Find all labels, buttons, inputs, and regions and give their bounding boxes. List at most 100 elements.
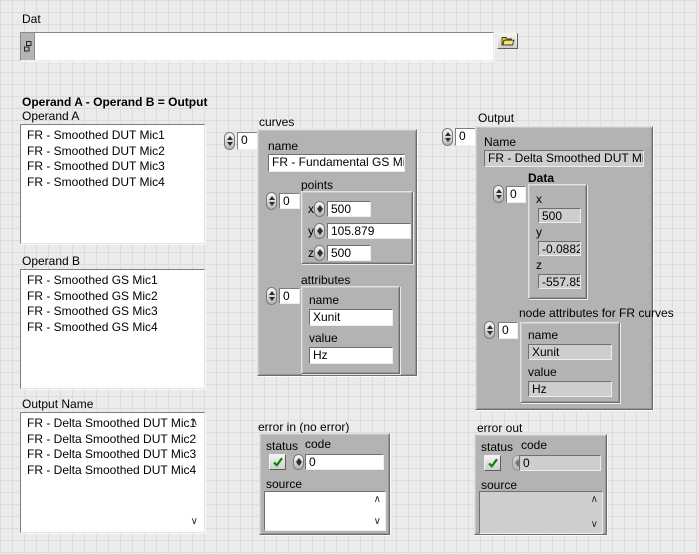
- output-name-field: FR - Delta Smoothed DUT Mic1: [484, 150, 644, 167]
- decrement-arrow-icon[interactable]: [487, 331, 493, 335]
- attributes-index-spinner[interactable]: [266, 287, 277, 305]
- path-label: Dat: [22, 13, 41, 26]
- node-attributes-label: node attributes for FR curves: [519, 307, 674, 320]
- decrement-arrow-icon[interactable]: [317, 209, 323, 213]
- curves-cluster: name FR - Fundamental GS Mic1 points 0 x…: [257, 129, 417, 376]
- curves-label: curves: [259, 116, 294, 129]
- scroll-up-icon[interactable]: ∧: [591, 495, 598, 505]
- data-x-label: x: [536, 193, 542, 206]
- data-x-field: 500: [538, 208, 581, 223]
- list-item[interactable]: FR - Smoothed GS Mic4: [27, 320, 204, 336]
- list-item[interactable]: FR - Smoothed GS Mic1: [27, 273, 204, 289]
- labview-front-panel: { "colors":{"panel_gray":"#b3b3b3","indi…: [0, 0, 699, 554]
- list-item[interactable]: FR - Smoothed DUT Mic1: [27, 128, 204, 144]
- data-y-label: y: [536, 226, 542, 239]
- increment-arrow-icon[interactable]: [269, 291, 275, 295]
- operation-title: Operand A - Operand B = Output: [22, 96, 207, 109]
- curve-name-field[interactable]: FR - Fundamental GS Mic1: [268, 154, 405, 172]
- browse-button[interactable]: [497, 33, 518, 49]
- scroll-down-icon[interactable]: ∨: [591, 520, 598, 530]
- path-datatype-icon: [24, 41, 32, 52]
- operand-a-label: Operand A: [22, 110, 79, 123]
- error-out-code-label: code: [521, 439, 547, 452]
- node-attributes-index-value[interactable]: 0: [498, 322, 518, 339]
- data-cluster: x 500 y -0.08823 z -557.857: [528, 184, 587, 299]
- decrement-arrow-icon[interactable]: [269, 202, 275, 206]
- check-icon: [487, 457, 499, 469]
- error-in-code-spinner[interactable]: [293, 454, 304, 470]
- error-in-status-label: status: [266, 440, 298, 453]
- scroll-up-icon[interactable]: ∧: [374, 495, 381, 505]
- operand-b-label: Operand B: [22, 255, 80, 268]
- list-item[interactable]: FR - Delta Smoothed DUT Mic2: [27, 432, 204, 448]
- error-in-status-button[interactable]: [269, 454, 286, 470]
- decrement-arrow-icon[interactable]: [496, 195, 502, 199]
- attribute-name-label: name: [309, 294, 339, 307]
- check-icon: [272, 456, 284, 468]
- list-item[interactable]: FR - Smoothed DUT Mic3: [27, 159, 204, 175]
- increment-arrow-icon[interactable]: [269, 196, 275, 200]
- decrement-arrow-icon[interactable]: [317, 231, 323, 235]
- error-in-source-field[interactable]: ∧ ∨: [264, 491, 386, 531]
- point-z-field[interactable]: 500: [327, 245, 371, 261]
- operand-a-listbox[interactable]: FR - Smoothed DUT Mic1FR - Smoothed DUT …: [20, 124, 205, 244]
- decrement-arrow-icon[interactable]: [296, 462, 302, 466]
- decrement-arrow-icon[interactable]: [317, 253, 323, 257]
- output-cluster: Name FR - Delta Smoothed DUT Mic1 Data 0…: [475, 126, 653, 410]
- node-attributes-index-spinner[interactable]: [484, 321, 495, 339]
- scroll-down-icon[interactable]: ∨: [374, 517, 381, 527]
- node-attribute-name-field: Xunit: [528, 344, 612, 360]
- point-y-field[interactable]: 105.879: [327, 223, 411, 239]
- data-z-field: -557.857: [538, 274, 581, 289]
- point-y-spinner[interactable]: [314, 223, 325, 239]
- output-name-listbox[interactable]: ∧ ∨ FR - Delta Smoothed DUT Mic1FR - Del…: [20, 412, 205, 533]
- curves-index-spinner[interactable]: [224, 132, 235, 150]
- decrement-arrow-icon[interactable]: [445, 138, 451, 142]
- points-cluster: x 500 y 105.879 z 500: [301, 191, 413, 264]
- error-out-source-field: ∧ ∨: [479, 491, 603, 534]
- list-item[interactable]: FR - Smoothed DUT Mic4: [27, 175, 204, 191]
- list-item[interactable]: FR - Delta Smoothed DUT Mic1: [27, 416, 204, 432]
- list-item[interactable]: FR - Smoothed DUT Mic2: [27, 144, 204, 160]
- error-out-cluster: status code 0 source ∧ ∨: [474, 434, 607, 535]
- output-index-spinner[interactable]: [442, 128, 453, 146]
- path-input[interactable]: [20, 32, 494, 61]
- error-out-status-indicator: [484, 455, 501, 471]
- attributes-index-value[interactable]: 0: [279, 288, 300, 304]
- increment-arrow-icon[interactable]: [487, 325, 493, 329]
- scroll-up-icon[interactable]: ∧: [191, 418, 198, 428]
- path-type-strip: [21, 33, 35, 60]
- increment-arrow-icon[interactable]: [227, 136, 233, 140]
- node-attribute-value-label: value: [528, 366, 557, 379]
- folder-icon: [501, 36, 515, 46]
- decrement-arrow-icon[interactable]: [269, 297, 275, 301]
- curves-index-value[interactable]: 0: [237, 132, 259, 150]
- increment-arrow-icon[interactable]: [445, 132, 451, 136]
- list-item[interactable]: FR - Smoothed GS Mic3: [27, 304, 204, 320]
- data-index-spinner[interactable]: [493, 185, 504, 203]
- output-name-field-label: Name: [484, 136, 516, 149]
- attribute-name-field[interactable]: Xunit: [309, 309, 393, 326]
- point-x-spinner[interactable]: [314, 201, 325, 217]
- output-index-value[interactable]: 0: [455, 128, 476, 146]
- error-in-code-field[interactable]: 0: [305, 454, 384, 470]
- operand-b-listbox[interactable]: FR - Smoothed GS Mic1FR - Smoothed GS Mi…: [20, 269, 205, 389]
- points-index-value[interactable]: 0: [279, 193, 300, 209]
- node-attribute-value-field: Hz: [528, 381, 612, 397]
- data-index-value[interactable]: 0: [506, 186, 526, 203]
- list-item[interactable]: FR - Smoothed GS Mic2: [27, 289, 204, 305]
- scroll-down-icon[interactable]: ∨: [191, 517, 198, 527]
- decrement-arrow-icon[interactable]: [227, 142, 233, 146]
- list-item[interactable]: FR - Delta Smoothed DUT Mic4: [27, 463, 204, 479]
- point-z-spinner[interactable]: [314, 245, 325, 261]
- curve-name-label: name: [268, 140, 298, 153]
- attribute-value-field[interactable]: Hz: [309, 347, 393, 364]
- node-attributes-cluster: name Xunit value Hz: [520, 322, 620, 403]
- points-index-spinner[interactable]: [266, 192, 277, 210]
- data-z-label: z: [536, 259, 542, 272]
- list-item[interactable]: FR - Delta Smoothed DUT Mic3: [27, 447, 204, 463]
- data-y-field: -0.08823: [538, 241, 581, 256]
- attributes-cluster: name Xunit value Hz: [301, 286, 400, 374]
- increment-arrow-icon[interactable]: [496, 189, 502, 193]
- point-x-field[interactable]: 500: [327, 201, 371, 217]
